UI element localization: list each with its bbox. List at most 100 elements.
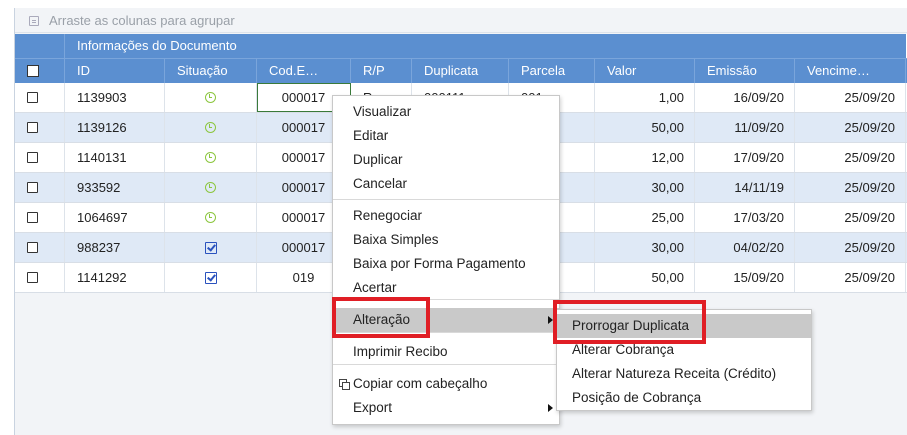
cell-id[interactable]: 1141292 xyxy=(65,263,165,292)
menu-item-baixa-por-forma-pagamento[interactable]: Baixa por Forma Pagamento xyxy=(333,252,559,276)
header-rp[interactable]: R/P xyxy=(351,59,412,83)
row-select-cell[interactable] xyxy=(15,83,65,112)
cell-emissao[interactable]: 17/09/20 xyxy=(695,143,795,172)
cell-id[interactable]: 1064697 xyxy=(65,203,165,232)
menu-separator xyxy=(333,364,559,365)
cell-valor[interactable]: 50,00 xyxy=(595,263,695,292)
cell-vencimento[interactable]: 25/09/20 xyxy=(795,203,906,232)
cell-id[interactable]: 933592 xyxy=(65,173,165,202)
pending-clock-icon xyxy=(205,92,216,103)
cell-vencimento[interactable]: 25/09/20 xyxy=(795,83,906,112)
cell-id[interactable]: 1139903 xyxy=(65,83,165,112)
status-cell[interactable] xyxy=(165,203,257,232)
cell-valor[interactable]: 30,00 xyxy=(595,233,695,262)
menu-item-baixa-simples[interactable]: Baixa Simples xyxy=(333,228,559,252)
row-select-cell[interactable] xyxy=(15,233,65,262)
row-select-cell[interactable] xyxy=(15,203,65,232)
cell-emissao[interactable]: 17/03/20 xyxy=(695,203,795,232)
alteracao-submenu: Prorrogar Duplicata Alterar Cobrança Alter… xyxy=(556,309,812,411)
status-cell[interactable] xyxy=(165,233,257,262)
pending-clock-icon xyxy=(205,122,216,133)
submenu-item-prorrogar-duplicata[interactable]: Prorrogar Duplicata xyxy=(557,314,811,338)
select-all-checkbox[interactable] xyxy=(27,65,39,77)
row-checkbox[interactable] xyxy=(27,272,38,283)
group-by-bar[interactable]: Arraste as colunas para agrupar xyxy=(15,8,907,33)
row-checkbox[interactable] xyxy=(27,122,38,133)
header-select-all[interactable] xyxy=(15,59,65,83)
checked-status-icon xyxy=(204,272,217,284)
menu-item-imprimir-recibo[interactable]: Imprimir Recibo xyxy=(333,340,559,364)
header-valor[interactable]: Valor xyxy=(595,59,695,83)
cell-valor[interactable]: 25,00 xyxy=(595,203,695,232)
menu-item-label: Duplicar xyxy=(353,152,403,167)
menu-item-duplicar[interactable]: Duplicar xyxy=(333,148,559,172)
row-checkbox[interactable] xyxy=(27,92,38,103)
header-id[interactable]: ID xyxy=(65,59,165,83)
submenu-item-alterar-cobranca[interactable]: Alterar Cobrança xyxy=(557,338,811,362)
band-title: Informações do Documento xyxy=(77,38,237,53)
cell-valor[interactable]: 1,00 xyxy=(595,83,695,112)
row-checkbox[interactable] xyxy=(27,182,38,193)
menu-item-acertar[interactable]: Acertar xyxy=(333,276,559,300)
menu-item-label: Baixa Simples xyxy=(353,232,439,247)
menu-item-renegociar[interactable]: Renegociar xyxy=(333,204,559,228)
row-select-cell[interactable] xyxy=(15,263,65,292)
status-cell[interactable] xyxy=(165,143,257,172)
pending-clock-icon xyxy=(205,152,216,163)
menu-item-alteracao[interactable]: Alteração xyxy=(333,308,559,332)
menu-item-label: Imprimir Recibo xyxy=(353,344,448,359)
column-header-row: ID Situação Cod.E… R/P Duplicata Parcela… xyxy=(15,58,907,83)
status-cell[interactable] xyxy=(165,83,257,112)
header-parcela[interactable]: Parcela xyxy=(509,59,595,83)
cell-vencimento[interactable]: 25/09/20 xyxy=(795,143,906,172)
cell-id[interactable]: 1139126 xyxy=(65,113,165,142)
cell-vencimento[interactable]: 25/09/20 xyxy=(795,233,906,262)
header-vencimento[interactable]: Vencime… xyxy=(795,59,906,83)
menu-item-visualizar[interactable]: Visualizar xyxy=(333,100,559,124)
header-situacao[interactable]: Situação xyxy=(165,59,257,83)
cell-emissao[interactable]: 16/09/20 xyxy=(695,83,795,112)
cell-emissao[interactable]: 11/09/20 xyxy=(695,113,795,142)
menu-item-label: Copiar com cabeçalho xyxy=(353,376,488,391)
row-select-cell[interactable] xyxy=(15,113,65,142)
menu-item-label: Acertar xyxy=(353,280,397,295)
cell-vencimento[interactable]: 25/09/20 xyxy=(795,263,906,292)
menu-item-cancelar[interactable]: Cancelar xyxy=(333,172,559,196)
cell-vencimento[interactable]: 25/09/20 xyxy=(795,113,906,142)
group-bar-text: Arraste as colunas para agrupar xyxy=(49,13,235,28)
row-select-cell[interactable] xyxy=(15,143,65,172)
copy-icon xyxy=(339,379,350,390)
menu-item-editar[interactable]: Editar xyxy=(333,124,559,148)
cell-emissao[interactable]: 15/09/20 xyxy=(695,263,795,292)
band-header: Informações do Documento xyxy=(15,34,907,58)
cell-id[interactable]: 988237 xyxy=(65,233,165,262)
submenu-item-posicao-de-cobranca[interactable]: Posição de Cobrança xyxy=(557,386,811,410)
status-cell[interactable] xyxy=(165,263,257,292)
cell-valor[interactable]: 12,00 xyxy=(595,143,695,172)
cell-valor[interactable]: 30,00 xyxy=(595,173,695,202)
row-checkbox[interactable] xyxy=(27,152,38,163)
row-checkbox[interactable] xyxy=(27,212,38,223)
row-select-cell[interactable] xyxy=(15,173,65,202)
menu-item-export[interactable]: Export xyxy=(333,396,559,420)
submenu-arrow-icon xyxy=(548,316,553,324)
header-cod[interactable]: Cod.E… xyxy=(257,59,351,83)
cell-valor[interactable]: 50,00 xyxy=(595,113,695,142)
menu-item-label: Cancelar xyxy=(353,176,408,191)
menu-item-copiar-com-cabecalho[interactable]: Copiar com cabeçalho xyxy=(333,372,559,396)
header-duplicata[interactable]: Duplicata xyxy=(412,59,509,83)
group-icon xyxy=(29,16,39,26)
submenu-arrow-icon xyxy=(548,404,553,412)
status-cell[interactable] xyxy=(165,173,257,202)
menu-item-label: Alteração xyxy=(353,312,411,327)
submenu-item-alterar-natureza-receita-credito[interactable]: Alterar Natureza Receita (Crédito) xyxy=(557,362,811,386)
cell-vencimento[interactable]: 25/09/20 xyxy=(795,173,906,202)
cell-emissao[interactable]: 04/02/20 xyxy=(695,233,795,262)
cell-emissao[interactable]: 14/11/19 xyxy=(695,173,795,202)
menu-separator xyxy=(333,199,559,200)
header-emissao[interactable]: Emissão xyxy=(695,59,795,83)
cell-id[interactable]: 1140131 xyxy=(65,143,165,172)
menu-separator xyxy=(333,332,559,333)
status-cell[interactable] xyxy=(165,113,257,142)
row-checkbox[interactable] xyxy=(27,242,38,253)
